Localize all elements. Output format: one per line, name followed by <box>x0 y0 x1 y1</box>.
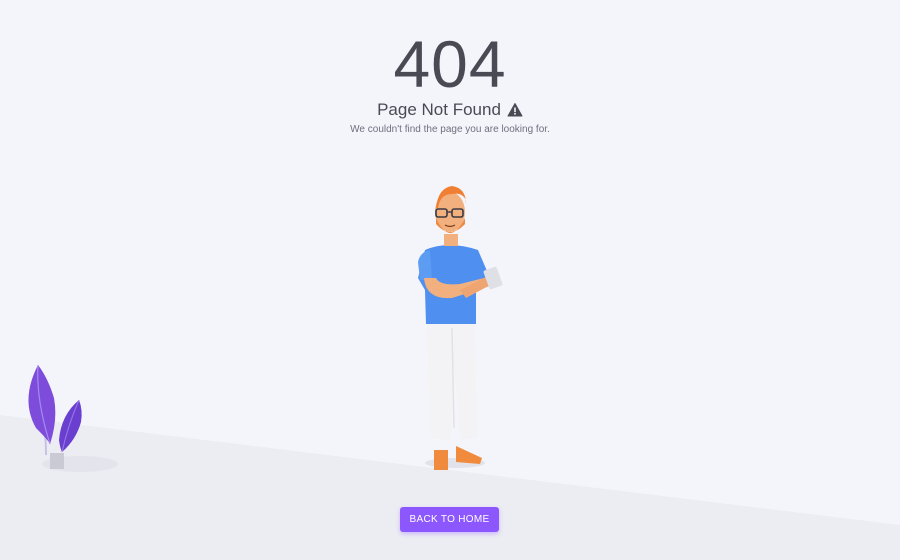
error-message: We couldn't find the page you are lookin… <box>350 124 550 135</box>
warning-icon <box>507 102 523 118</box>
title-row: Page Not Found <box>0 100 900 120</box>
error-code: 404 <box>393 27 507 101</box>
back-to-home-button[interactable]: BACK TO HOME <box>400 507 499 532</box>
character-illustration <box>418 186 503 470</box>
plant-illustration <box>28 364 82 469</box>
page-title: Page Not Found <box>377 100 501 119</box>
